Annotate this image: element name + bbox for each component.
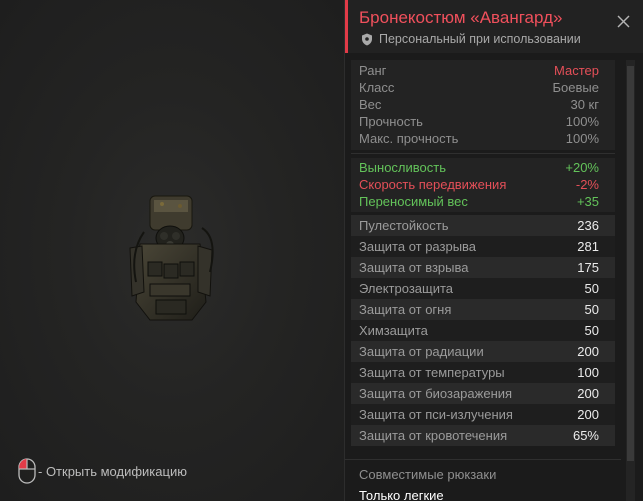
stat-row-class: Класс Боевые (351, 79, 615, 96)
protection-label: Защита от разрыва (359, 239, 477, 254)
protection-value: 200 (577, 386, 599, 401)
protection-row: Химзащита 50 (351, 320, 615, 341)
modifier-stats: Выносливость +20% Скорость передвижения … (351, 158, 615, 212)
modifier-row-carry-weight: Переносимый вес +35 (351, 193, 615, 210)
modifier-row-stamina: Выносливость +20% (351, 159, 615, 176)
open-mod-hint: - Открыть модификацию (18, 458, 187, 484)
protection-label: Химзащита (359, 323, 428, 338)
protection-row: Защита от огня 50 (351, 299, 615, 320)
protection-value: 50 (584, 323, 599, 338)
protection-value: 281 (577, 239, 599, 254)
divider (351, 153, 615, 154)
mouse-icon (18, 458, 36, 484)
protection-value: 50 (584, 302, 599, 317)
protection-value: 200 (577, 407, 599, 422)
stat-row-weight: Вес 30 кг (351, 96, 615, 113)
stat-value: Боевые (552, 80, 599, 95)
modifier-row-movement-speed: Скорость передвижения -2% (351, 176, 615, 193)
protection-label: Электрозащита (359, 281, 454, 296)
stat-label: Прочность (359, 114, 423, 129)
compat-value: Только легкие (359, 488, 444, 501)
protection-value: 200 (577, 344, 599, 359)
stat-row-rank: Ранг Мастер (351, 62, 615, 79)
stat-row-durability: Прочность 100% (351, 113, 615, 130)
protection-row: Защита от радиации 200 (351, 341, 615, 362)
modifier-value: +35 (576, 194, 599, 209)
protection-row: Защита от взрыва 175 (351, 257, 615, 278)
item-subtitle: Персональный при использовании (379, 32, 581, 46)
protection-value: 100 (577, 365, 599, 380)
stat-value: Мастер (554, 63, 599, 78)
open-mod-hint-text: - Открыть модификацию (38, 463, 187, 479)
protection-value: 65% (572, 428, 599, 443)
modifier-label: Скорость передвижения (359, 177, 507, 192)
stat-row-max-durability: Макс. прочность 100% (351, 130, 615, 147)
modifier-value: +20% (565, 160, 599, 175)
protection-label: Защита от радиации (359, 344, 484, 359)
protection-row: Защита от биозаражения 200 (351, 383, 615, 404)
stat-label: Вес (359, 97, 382, 112)
item-binding-status: Персональный при использовании (361, 32, 581, 46)
base-stats: Ранг Мастер Класс Боевые Вес 30 кг Прочн… (351, 60, 615, 150)
stat-label: Ранг (359, 63, 387, 78)
protection-value: 50 (584, 281, 599, 296)
modifier-label: Переносимый вес (359, 194, 468, 209)
protection-row: Защита от разрыва 281 (351, 236, 615, 257)
stat-label: Макс. прочность (359, 131, 459, 146)
protection-stats: Пулестойкость 236 Защита от разрыва 281 За… (351, 215, 615, 446)
shield-icon (362, 33, 372, 45)
protection-label: Защита от температуры (359, 365, 505, 380)
protection-row: Пулестойкость 236 (351, 215, 615, 236)
scrollbar[interactable] (626, 60, 635, 501)
protection-label: Защита от кровотечения (359, 428, 508, 443)
protection-row: Защита от температуры 100 (351, 362, 615, 383)
modifier-value: -2% (575, 177, 599, 192)
item-header: Бронекостюм «Авангард» Персональный при … (345, 0, 643, 53)
stat-value: 100% (565, 114, 599, 129)
armor-suit-image (129, 195, 214, 321)
item-info-panel: Бронекостюм «Авангард» Персональный при … (344, 0, 643, 501)
modifier-label: Выносливость (359, 160, 446, 175)
protection-value: 175 (577, 260, 599, 275)
protection-label: Защита от взрыва (359, 260, 469, 275)
stat-value: 30 кг (570, 97, 599, 112)
protection-label: Защита от пси-излучения (359, 407, 513, 422)
protection-row: Защита от пси-излучения 200 (351, 404, 615, 425)
protection-label: Пулестойкость (359, 218, 449, 233)
compatible-backpacks: Совместимые рюкзаки Только легкие (345, 459, 621, 501)
close-icon[interactable] (617, 15, 630, 28)
compat-label: Совместимые рюкзаки (359, 467, 497, 482)
protection-label: Защита от биозаражения (359, 386, 513, 401)
scrollbar-thumb[interactable] (627, 66, 634, 461)
protection-label: Защита от огня (359, 302, 452, 317)
item-inspect-window: - Открыть модификацию Бронекостюм «Аванг… (0, 0, 643, 501)
item-title: Бронекостюм «Авангард» (359, 8, 563, 27)
stats-scroll-content: Ранг Мастер Класс Боевые Вес 30 кг Прочн… (345, 60, 621, 501)
stat-label: Класс (359, 80, 395, 95)
item-preview-area[interactable]: - Открыть модификацию (0, 0, 344, 501)
protection-row: Защита от кровотечения 65% (351, 425, 615, 446)
protection-value: 236 (577, 218, 599, 233)
stat-value: 100% (565, 131, 599, 146)
protection-row: Электрозащита 50 (351, 278, 615, 299)
